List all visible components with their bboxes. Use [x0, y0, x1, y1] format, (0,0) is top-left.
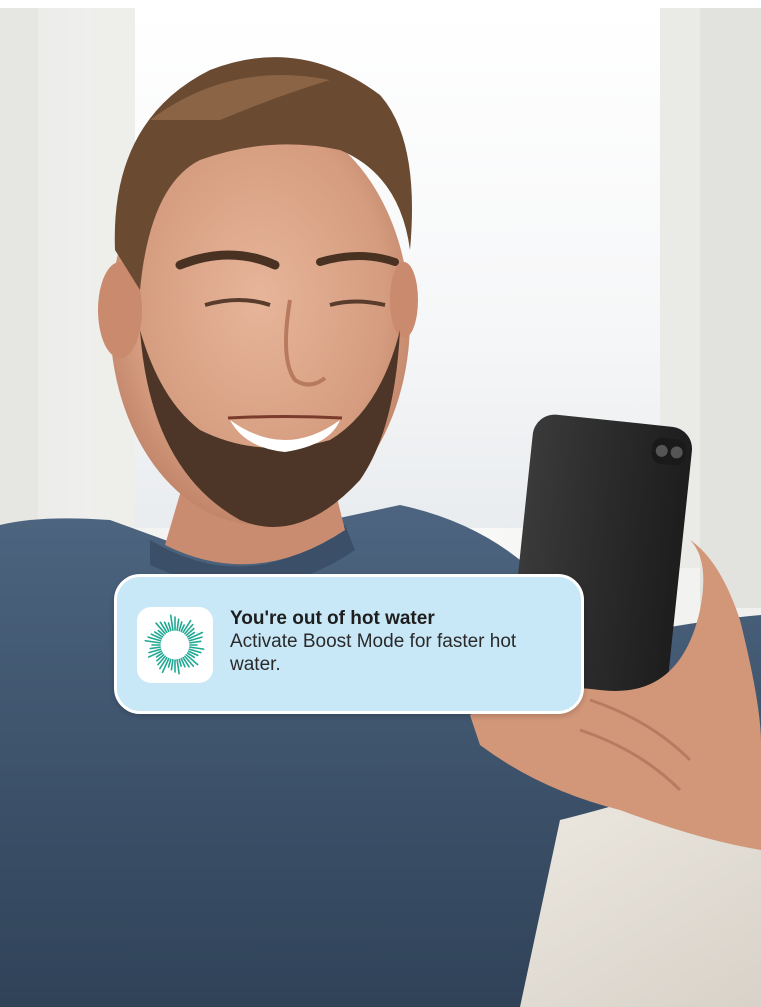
push-notification[interactable]: You're out of hot water Activate Boost M… — [114, 574, 584, 714]
notification-text: You're out of hot water Activate Boost M… — [230, 608, 560, 676]
smiling-man-holding-phone-image — [0, 0, 761, 1007]
notification-title: You're out of hot water — [230, 608, 435, 629]
background-photo — [0, 0, 761, 1007]
sunburst-icon — [144, 614, 205, 675]
app-icon — [137, 607, 213, 683]
notification-body: Activate Boost Mode for faster hot water… — [230, 631, 517, 675]
